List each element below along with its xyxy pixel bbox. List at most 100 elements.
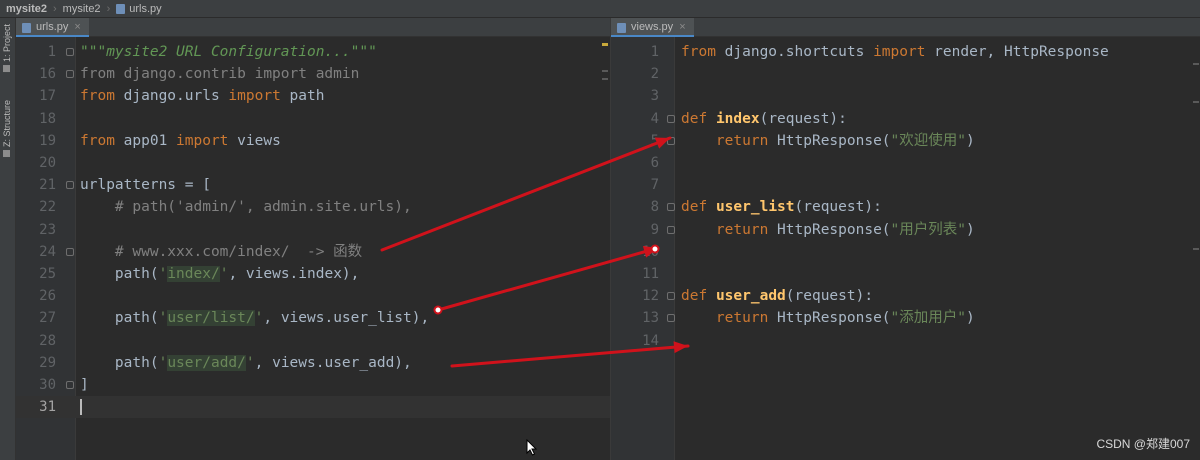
tab-urls-py[interactable]: urls.py × bbox=[16, 18, 89, 37]
scroll-marker[interactable] bbox=[1193, 63, 1199, 65]
line-number[interactable]: 22 bbox=[16, 196, 56, 218]
code-line[interactable]: 16 from django.contrib import admin bbox=[16, 63, 610, 85]
code-token: views bbox=[228, 132, 281, 149]
line-number[interactable]: 16 bbox=[16, 63, 56, 85]
code-line[interactable]: 31 bbox=[16, 396, 610, 419]
fold-icon[interactable] bbox=[667, 314, 675, 323]
line-number[interactable]: 29 bbox=[16, 352, 56, 374]
code-line[interactable]: 7 bbox=[611, 174, 1200, 196]
scroll-marker[interactable] bbox=[602, 70, 608, 72]
code-line[interactable]: 30] bbox=[16, 374, 610, 396]
line-number[interactable]: 25 bbox=[16, 263, 56, 285]
line-number[interactable]: 12 bbox=[611, 285, 659, 307]
code-line[interactable]: 6 bbox=[611, 152, 1200, 174]
fold-icon[interactable] bbox=[66, 181, 74, 190]
tool-window-strip: 1: Project Z: Structure bbox=[0, 18, 16, 460]
code-line[interactable]: 17 from django.urls import path bbox=[16, 85, 610, 107]
scroll-marker[interactable] bbox=[602, 78, 608, 80]
code-line[interactable]: 4 def index(request): bbox=[611, 108, 1200, 130]
fold-icon[interactable] bbox=[667, 114, 675, 123]
code-token: ) bbox=[966, 310, 975, 327]
close-icon[interactable]: × bbox=[679, 21, 685, 33]
fold-icon[interactable] bbox=[667, 292, 675, 301]
line-number[interactable]: 26 bbox=[16, 285, 56, 307]
code-line[interactable]: 12 def user_add(request): bbox=[611, 285, 1200, 307]
code-line[interactable]: 8 def user_list(request): bbox=[611, 196, 1200, 218]
line-number[interactable]: 1 bbox=[16, 41, 56, 63]
line-number[interactable]: 5 bbox=[611, 130, 659, 152]
breadcrumb-item-project[interactable]: mysite2 bbox=[6, 3, 47, 15]
line-number[interactable]: 11 bbox=[611, 263, 659, 285]
code-editor[interactable]: 1 """mysite2 URL Configuration...""" 16 fro… bbox=[16, 37, 610, 460]
code-line[interactable]: 22 # path('admin/', admin.site.urls), bbox=[16, 196, 610, 218]
line-number[interactable]: 28 bbox=[16, 330, 56, 352]
code-line[interactable]: 14 bbox=[611, 330, 1200, 352]
code-line[interactable]: 5 return HttpResponse("欢迎使用") bbox=[611, 130, 1200, 152]
code-line[interactable]: 1 from django.shortcuts import render, Ht… bbox=[611, 41, 1200, 63]
editor-tab-bar: views.py × bbox=[611, 18, 1200, 37]
fold-icon[interactable] bbox=[667, 225, 675, 234]
code-line[interactable]: 11 bbox=[611, 263, 1200, 285]
code-line[interactable]: 18 bbox=[16, 108, 610, 130]
code-line[interactable]: 1 """mysite2 URL Configuration...""" bbox=[16, 41, 610, 63]
fold-icon[interactable] bbox=[66, 70, 74, 79]
code-token: import bbox=[873, 44, 926, 60]
code-line[interactable]: 10 bbox=[611, 241, 1200, 263]
close-icon[interactable]: × bbox=[74, 21, 80, 33]
code-line[interactable]: 19 from app01 import views bbox=[16, 130, 610, 152]
line-number[interactable]: 3 bbox=[611, 85, 659, 107]
breadcrumb-item-file[interactable]: urls.py bbox=[116, 3, 162, 15]
line-number[interactable]: 23 bbox=[16, 219, 56, 241]
fold-icon[interactable] bbox=[66, 247, 74, 256]
code-line[interactable]: 20 bbox=[16, 152, 610, 174]
code-line[interactable]: 27 path('user/list/', views.user_list), bbox=[16, 307, 610, 329]
line-number[interactable]: 27 bbox=[16, 307, 56, 329]
line-number[interactable]: 20 bbox=[16, 152, 56, 174]
line-number[interactable]: 10 bbox=[611, 241, 659, 263]
breadcrumb-item-folder[interactable]: mysite2 bbox=[63, 3, 101, 15]
code-line[interactable]: 24 # www.xxx.com/index/ -> 函数 bbox=[16, 241, 610, 263]
code-token: def bbox=[681, 288, 708, 305]
line-number[interactable]: 8 bbox=[611, 196, 659, 218]
code-token: ) bbox=[966, 221, 975, 238]
line-number[interactable]: 19 bbox=[16, 130, 56, 152]
fold-icon[interactable] bbox=[66, 381, 74, 389]
line-number[interactable]: 4 bbox=[611, 108, 659, 130]
fold-icon[interactable] bbox=[667, 136, 675, 145]
code-line[interactable]: 2 bbox=[611, 63, 1200, 85]
code-line[interactable]: 21 urlpatterns = [ bbox=[16, 174, 610, 196]
code-token: # www.xxx.com/index/ -> 函数 bbox=[80, 243, 363, 260]
code-line[interactable]: 13 return HttpResponse("添加用户") bbox=[611, 307, 1200, 329]
code-text: urlpatterns = [ bbox=[80, 174, 211, 196]
code-line[interactable]: 29 path('user/add/', views.user_add), bbox=[16, 352, 610, 374]
fold-icon[interactable] bbox=[66, 48, 74, 56]
code-editor[interactable]: 1 from django.shortcuts import render, Ht… bbox=[611, 37, 1200, 460]
code-text: path('index/', views.index), bbox=[80, 263, 359, 285]
line-number[interactable]: 14 bbox=[611, 330, 659, 352]
line-number[interactable]: 7 bbox=[611, 174, 659, 196]
scroll-marker[interactable] bbox=[1193, 101, 1199, 103]
line-number[interactable]: 9 bbox=[611, 219, 659, 241]
line-number[interactable]: 2 bbox=[611, 63, 659, 85]
line-number[interactable]: 6 bbox=[611, 152, 659, 174]
project-tool-tab[interactable]: 1: Project bbox=[2, 24, 14, 73]
line-number[interactable]: 13 bbox=[611, 307, 659, 329]
code-line[interactable]: 9 return HttpResponse("用户列表") bbox=[611, 219, 1200, 241]
scroll-marker[interactable] bbox=[1193, 248, 1199, 250]
code-line[interactable]: 28 bbox=[16, 330, 610, 352]
code-line[interactable]: 3 bbox=[611, 85, 1200, 107]
line-number[interactable]: 30 bbox=[16, 374, 56, 396]
line-number[interactable]: 31 bbox=[16, 396, 56, 418]
line-number[interactable]: 17 bbox=[16, 85, 56, 107]
tab-views-py[interactable]: views.py × bbox=[611, 18, 694, 37]
code-line[interactable]: 23 bbox=[16, 219, 610, 241]
structure-tool-tab[interactable]: Z: Structure bbox=[2, 100, 14, 158]
line-number[interactable]: 1 bbox=[611, 41, 659, 63]
line-number[interactable]: 21 bbox=[16, 174, 56, 196]
line-number[interactable]: 18 bbox=[16, 108, 56, 130]
fold-icon[interactable] bbox=[667, 203, 675, 212]
line-number[interactable]: 24 bbox=[16, 241, 56, 263]
code-line[interactable]: 25 path('index/', views.index), bbox=[16, 263, 610, 285]
code-line[interactable]: 26 bbox=[16, 285, 610, 307]
warning-marker[interactable] bbox=[602, 43, 608, 46]
